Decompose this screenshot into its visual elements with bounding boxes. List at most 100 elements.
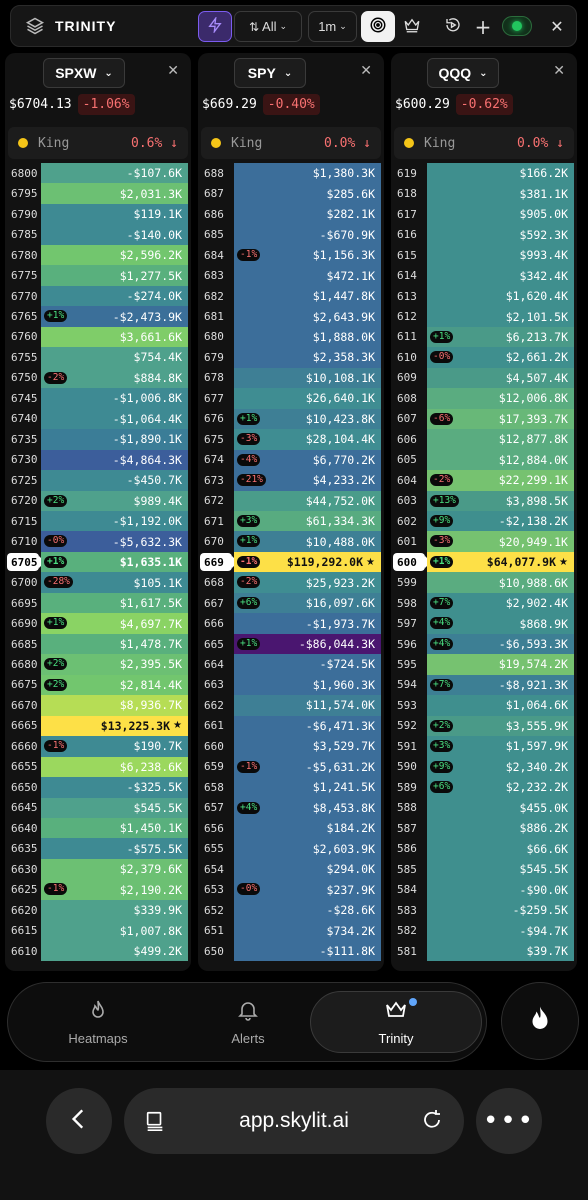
reader-icon[interactable] (144, 1110, 166, 1138)
strike-row[interactable]: 614 $342.4K (391, 265, 577, 286)
strike-row[interactable]: 661 -$6,471.3K (198, 715, 384, 737)
strike-row[interactable]: 584 -$90.0K (391, 879, 577, 900)
strike-row[interactable]: 660 $3,529.7K (198, 736, 384, 757)
close-button[interactable]: ✕ (543, 11, 571, 42)
strike-row[interactable]: 666 -$1,973.7K (198, 613, 384, 634)
strike-row[interactable]: 688 $1,380.3K (198, 163, 384, 184)
strike-row[interactable]: 650 -$111.8K (198, 940, 384, 962)
strike-row[interactable]: 612 $2,101.5K (391, 306, 577, 327)
strike-row[interactable]: 681 $2,643.9K (198, 306, 384, 327)
strike-row[interactable]: 589 +6% $2,232.2K (391, 777, 577, 798)
strike-row[interactable]: 679 $2,358.3K (198, 347, 384, 368)
strike-row[interactable]: 668 -2% $25,923.2K (198, 572, 384, 593)
nav-heatmaps[interactable]: Heatmaps (48, 983, 148, 1061)
strike-row[interactable]: 583 -$259.5K (391, 899, 577, 921)
strike-row[interactable]: 6800 -$107.6K (5, 163, 191, 184)
strike-row[interactable]: 678 $10,108.1K (198, 367, 384, 389)
strike-row[interactable]: 611 +1% $6,213.7K (391, 326, 577, 348)
strike-row[interactable]: 591 +3% $1,597.9K (391, 736, 577, 757)
strike-row[interactable]: 604 -2% $22,299.1K (391, 470, 577, 491)
strike-row[interactable]: 588 $455.0K (391, 797, 577, 818)
strike-row[interactable]: 653 -0% $237.9K (198, 879, 384, 900)
strike-row[interactable]: 682 $1,447.8K (198, 285, 384, 307)
strike-row[interactable]: 657 +4% $8,453.8K (198, 797, 384, 818)
strike-row[interactable]: 677 $26,640.1K (198, 388, 384, 409)
live-toggle[interactable] (502, 16, 532, 36)
strike-row[interactable]: 6765 +1% -$2,473.9K (5, 306, 191, 327)
nav-alerts[interactable]: Alerts (198, 983, 298, 1061)
strike-row[interactable]: 6615 $1,007.8K (5, 920, 191, 941)
address-bar[interactable]: app.skylit.ai (124, 1088, 464, 1154)
strike-row[interactable]: 6705 +1% $1,635.1K (5, 551, 191, 573)
strike-row[interactable]: 6780 $2,596.2K (5, 244, 191, 266)
strike-row[interactable]: 685 -$670.9K (198, 224, 384, 245)
strike-row[interactable]: 659 -1% -$5,631.2K (198, 756, 384, 778)
sort-filter-button[interactable]: ⇅ All ⌄ (234, 11, 302, 42)
strike-row[interactable]: 656 $184.2K (198, 818, 384, 839)
strike-row[interactable]: 6635 -$575.5K (5, 838, 191, 859)
strike-row[interactable]: 619 $166.2K (391, 163, 577, 184)
interval-select[interactable]: 1m ⌄ (308, 11, 357, 42)
strike-row[interactable]: 6775 $1,277.5K (5, 265, 191, 286)
strike-row[interactable]: 6745 -$1,006.8K (5, 388, 191, 409)
more-button[interactable]: ••• (476, 1088, 542, 1154)
strike-row[interactable]: 618 $381.1K (391, 183, 577, 204)
target-view-button[interactable] (361, 11, 395, 42)
strike-row[interactable]: 684 -1% $1,156.3K (198, 244, 384, 266)
strike-row[interactable]: 615 $993.4K (391, 244, 577, 266)
nav-trinity[interactable]: Trinity (310, 991, 482, 1053)
strike-row[interactable]: 600 +1% $64,077.9K ★ (391, 551, 577, 573)
crown-view-button[interactable] (395, 11, 429, 42)
strike-row[interactable]: 670 +1% $10,488.0K (198, 531, 384, 552)
strike-row[interactable]: 596 +4% -$6,593.3K (391, 633, 577, 655)
strike-row[interactable]: 6670 $8,936.7K (5, 695, 191, 716)
strike-row[interactable]: 669 -1% $119,292.0K ★ (198, 551, 384, 573)
strike-row[interactable]: 664 -$724.5K (198, 654, 384, 675)
bolt-button[interactable] (198, 11, 232, 42)
strike-row[interactable]: 592 +2% $3,555.9K (391, 715, 577, 737)
strike-row[interactable]: 6730 -$4,864.3K (5, 449, 191, 471)
strike-row[interactable]: 671 +3% $61,334.3K (198, 510, 384, 532)
strike-row[interactable]: 6785 -$140.0K (5, 224, 191, 245)
fire-button[interactable] (501, 982, 579, 1060)
symbol-select[interactable]: QQQ ⌄ (427, 58, 499, 88)
strike-row[interactable]: 6770 -$274.0K (5, 285, 191, 307)
strike-row[interactable]: 676 +1% $10,423.8K (198, 408, 384, 430)
strike-row[interactable]: 6740 -$1,064.4K (5, 408, 191, 430)
strike-row[interactable]: 6735 -$1,890.1K (5, 429, 191, 450)
strike-row[interactable]: 6710 -0% -$5,632.3K (5, 531, 191, 552)
strike-row[interactable]: 652 -$28.6K (198, 899, 384, 921)
strike-row[interactable]: 598 +7% $2,902.4K (391, 592, 577, 614)
strike-row[interactable]: 683 $472.1K (198, 265, 384, 286)
strike-row[interactable]: 610 -0% $2,661.2K (391, 347, 577, 368)
reload-icon[interactable] (420, 1108, 444, 1138)
strike-row[interactable]: 617 $905.0K (391, 203, 577, 225)
strike-row[interactable]: 6645 $545.5K (5, 797, 191, 818)
brand[interactable]: TRINITY (25, 16, 116, 36)
strike-row[interactable]: 6650 -$325.5K (5, 777, 191, 798)
strike-row[interactable]: 593 $1,064.6K (391, 695, 577, 716)
strike-row[interactable]: 6660 -1% $190.7K (5, 736, 191, 757)
strike-row[interactable]: 6640 $1,450.1K (5, 818, 191, 839)
strike-row[interactable]: 6720 +2% $989.4K (5, 490, 191, 511)
strike-row[interactable]: 586 $66.6K (391, 838, 577, 859)
strike-row[interactable]: 6750 -2% $884.8K (5, 367, 191, 389)
close-panel-icon[interactable]: ✕ (360, 63, 372, 79)
symbol-select[interactable]: SPXW ⌄ (43, 58, 125, 88)
strike-row[interactable]: 6625 -1% $2,190.2K (5, 879, 191, 900)
strike-row[interactable]: 616 $592.3K (391, 224, 577, 245)
add-button[interactable]: + (469, 11, 497, 42)
strike-row[interactable]: 602 +9% -$2,138.2K (391, 510, 577, 532)
close-panel-icon[interactable]: ✕ (553, 63, 565, 79)
strike-row[interactable]: 651 $734.2K (198, 920, 384, 941)
strike-row[interactable]: 605 $12,884.0K (391, 449, 577, 471)
strike-row[interactable]: 6725 -$450.7K (5, 470, 191, 491)
strike-row[interactable]: 601 -3% $20,949.1K (391, 531, 577, 552)
close-panel-icon[interactable]: ✕ (167, 63, 179, 79)
strike-row[interactable]: 590 +9% $2,340.2K (391, 756, 577, 778)
strike-row[interactable]: 686 $282.1K (198, 203, 384, 225)
strike-row[interactable]: 6610 $499.2K (5, 940, 191, 962)
strike-row[interactable]: 6665 $13,225.3K ★ (5, 715, 191, 737)
strike-row[interactable]: 6675 +2% $2,814.4K (5, 674, 191, 696)
strike-row[interactable]: 655 $2,603.9K (198, 838, 384, 859)
